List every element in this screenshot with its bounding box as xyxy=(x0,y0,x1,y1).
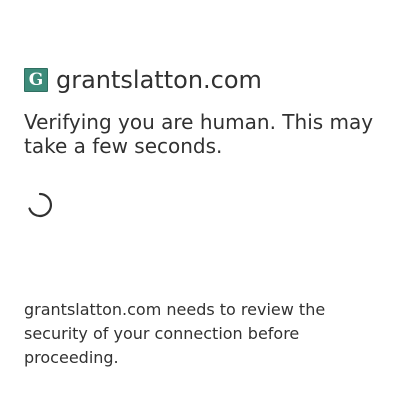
verification-heading: Verifying you are human. This may take a… xyxy=(24,110,374,158)
site-header: G grantslatton.com xyxy=(24,63,262,97)
site-name: grantslatton.com xyxy=(56,66,262,94)
site-favicon-icon: G xyxy=(24,68,48,92)
challenge-page: G grantslatton.com Verifying you are hum… xyxy=(24,0,384,400)
loading-spinner-icon xyxy=(26,191,54,219)
security-review-message: grantslatton.com needs to review the sec… xyxy=(24,300,326,367)
favicon-letter: G xyxy=(28,70,44,90)
